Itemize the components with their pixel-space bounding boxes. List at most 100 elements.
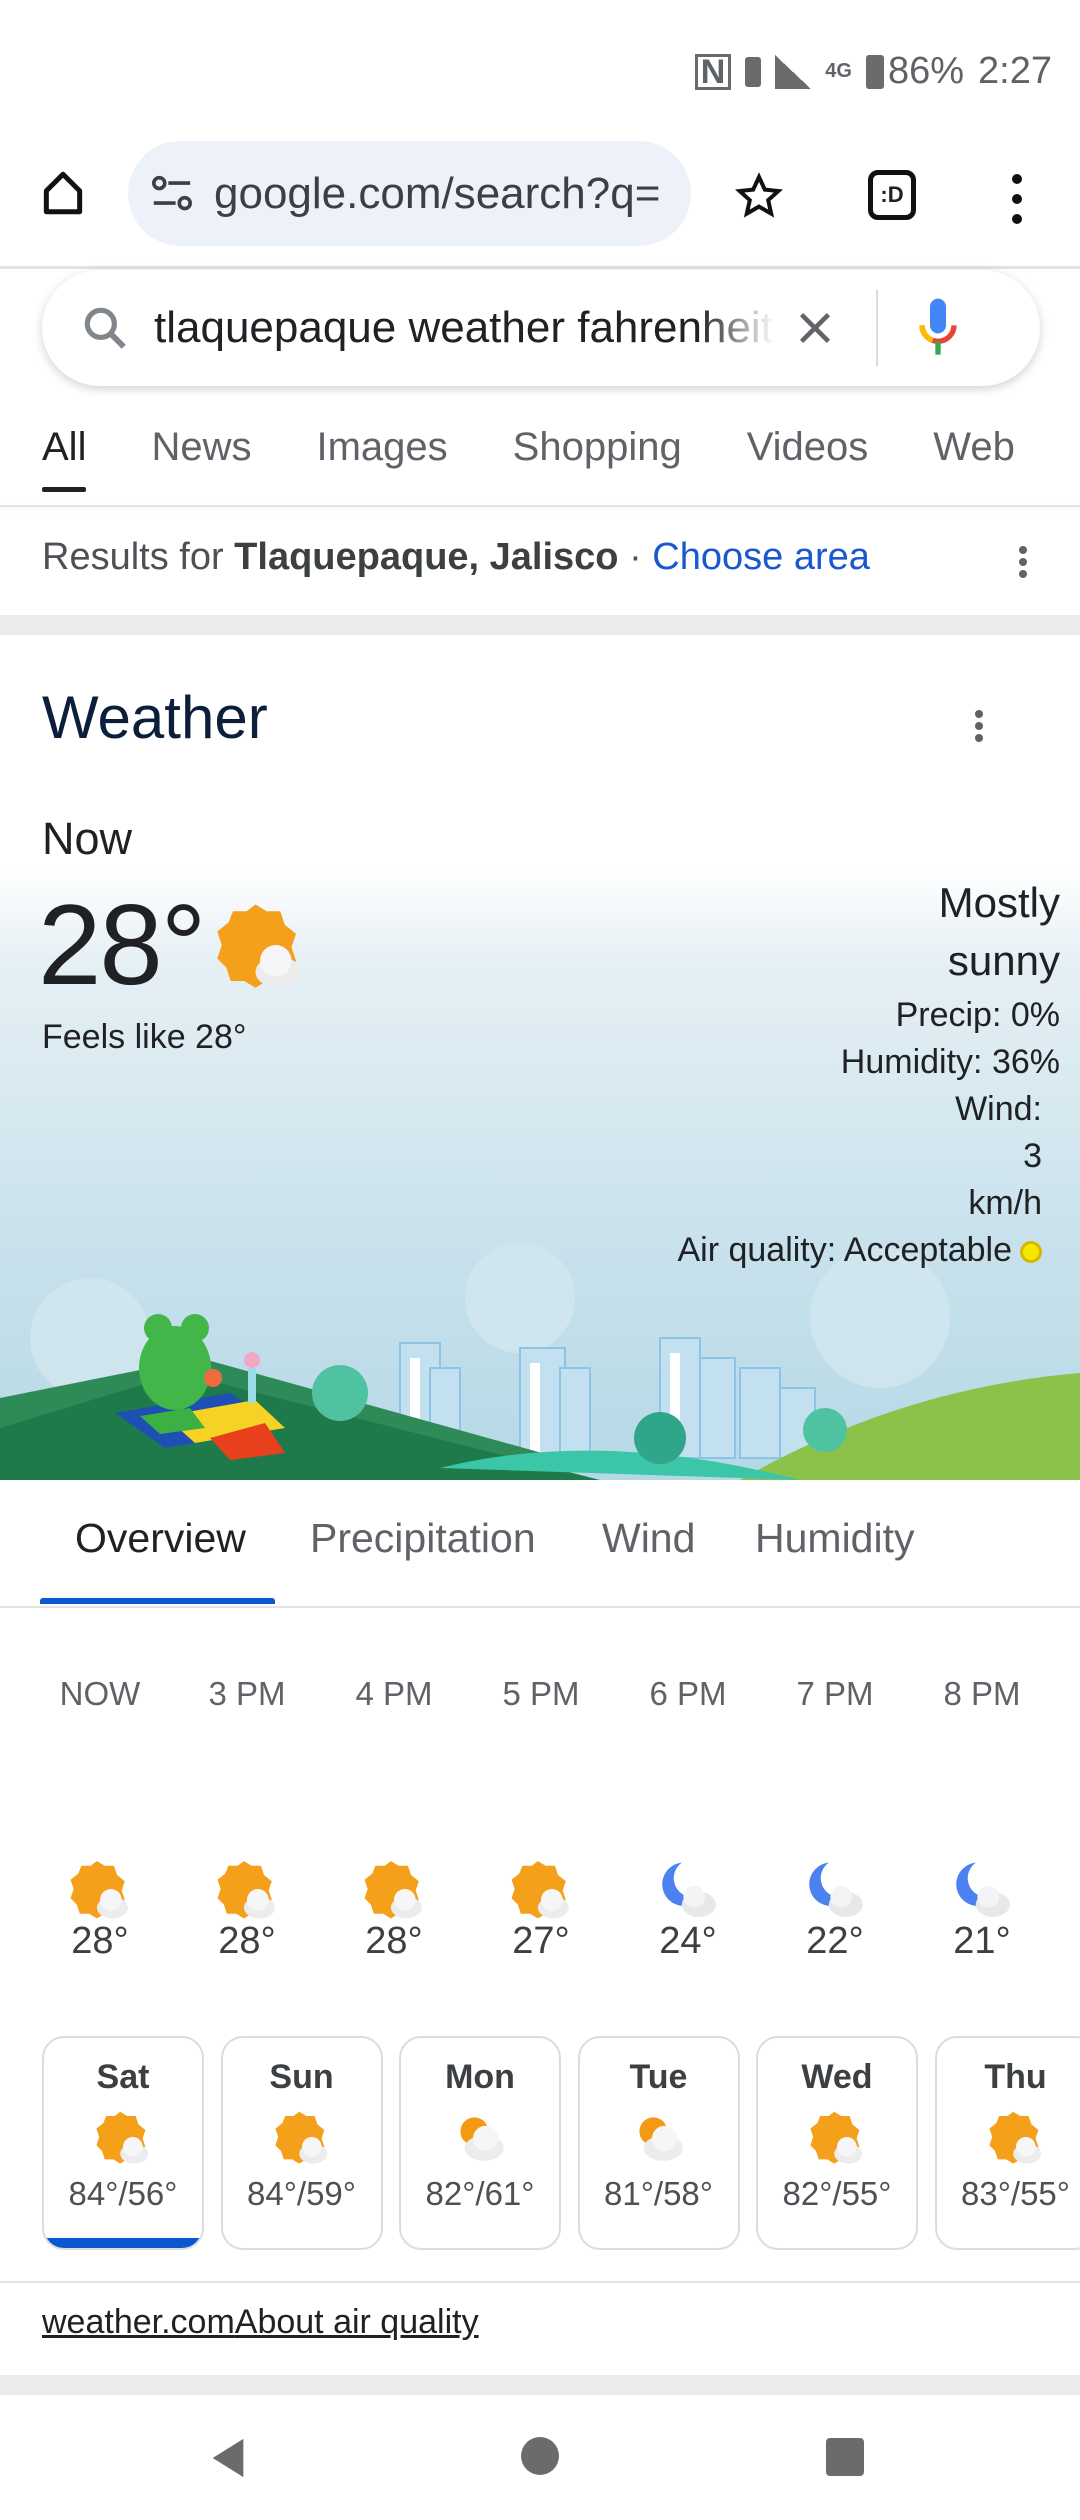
recents-icon[interactable] xyxy=(826,2438,864,2476)
battery-percent: 86% xyxy=(887,50,965,92)
wind-value: 3 xyxy=(1023,1137,1042,1175)
tab-switcher-icon[interactable]: :D xyxy=(868,170,916,220)
search-tabs: All News Images Shopping Videos Web xyxy=(42,425,1080,492)
day-card-sun[interactable]: Sun 84°/59° xyxy=(220,2036,383,2250)
current-temperature: 28° xyxy=(38,882,206,1009)
more-icon[interactable] xyxy=(1012,170,1022,228)
tab-videos[interactable]: Videos xyxy=(747,425,869,470)
air-quality[interactable]: Air quality: Acceptable xyxy=(677,1227,1042,1274)
battery-icon xyxy=(865,54,884,89)
tab-shopping[interactable]: Shopping xyxy=(513,425,682,470)
hour-temp: 24° xyxy=(659,1920,717,1962)
vibrate-icon xyxy=(745,56,762,87)
navigation-bar xyxy=(0,2395,1080,2520)
clock: 2:27 xyxy=(978,50,1052,92)
signal-icon xyxy=(775,54,812,89)
divider xyxy=(0,1606,1080,1608)
sun-cloud-icon xyxy=(215,900,305,995)
hour-temp: 28° xyxy=(365,1920,423,1962)
air-quality-dot-icon xyxy=(1020,1241,1042,1264)
tab-news[interactable]: News xyxy=(151,425,251,470)
search-box[interactable]: tlaquepaque weather fahrenheit xyxy=(42,270,1040,386)
weather-com-link[interactable]: weather.com xyxy=(42,2303,235,2341)
day-card-mon[interactable]: Mon 82°/61° xyxy=(399,2036,561,2250)
day-label: Mon xyxy=(445,2058,515,2096)
results-for: Results for Tlaquepaque, Jalisco · Choos… xyxy=(42,536,870,579)
results-more-icon[interactable] xyxy=(1019,542,1027,582)
star-icon[interactable] xyxy=(735,172,783,220)
current-conditions: Mostly sunny Precip: 0% Humidity: 36% Wi… xyxy=(677,876,1060,1274)
site-settings-icon[interactable] xyxy=(150,174,194,214)
nfc-icon: N xyxy=(694,53,732,90)
divider xyxy=(0,266,1080,269)
sun-cloud-icon xyxy=(172,1858,322,1920)
hour-temp: 28° xyxy=(71,1920,129,1962)
day-label: Sun xyxy=(269,2058,334,2096)
tab-web[interactable]: Web xyxy=(933,425,1015,470)
now-label: Now xyxy=(42,813,133,864)
divider xyxy=(0,505,1080,507)
hour-label: 3 PM xyxy=(208,1675,286,1712)
about-air-quality-link[interactable]: About air quality xyxy=(235,2303,479,2341)
hour-column: 4 PM 28° xyxy=(319,1675,469,1963)
day-card-thu[interactable]: Thu 83°/55° xyxy=(934,2036,1080,2250)
back-icon[interactable] xyxy=(205,2435,251,2481)
day-label: Tue xyxy=(629,2058,688,2096)
url-bar[interactable]: google.com/search?q= xyxy=(128,141,691,246)
clear-icon[interactable] xyxy=(792,305,838,351)
hour-column: 8 PM 21° xyxy=(907,1675,1057,1963)
hour-temp: 28° xyxy=(218,1920,276,1962)
active-tab-indicator xyxy=(40,1598,275,1604)
view-tab-overview[interactable]: Overview xyxy=(75,1515,246,1562)
moon-cloud-icon xyxy=(613,1858,763,1920)
search-input[interactable]: tlaquepaque weather fahrenheit xyxy=(154,303,774,353)
day-temps: 84°/59° xyxy=(247,2175,356,2212)
sun-cloud-icon xyxy=(223,2109,381,2169)
day-card-sat[interactable]: Sat 84°/56° xyxy=(42,2036,204,2250)
footer-links: weather.comAbout air quality xyxy=(42,2303,479,2342)
tab-images[interactable]: Images xyxy=(316,425,447,470)
status-bar: N 4G 86% 2:27 xyxy=(694,50,1052,93)
choose-area-link[interactable]: Choose area xyxy=(652,536,870,578)
search-icon xyxy=(84,307,126,349)
feels-like: Feels like 28° xyxy=(42,1018,247,1056)
hour-temp: 22° xyxy=(806,1920,864,1962)
sun-cloud-icon xyxy=(44,2109,202,2169)
home-icon[interactable] xyxy=(38,168,88,218)
day-temps: 82°/61° xyxy=(425,2175,535,2212)
weather-more-icon[interactable] xyxy=(975,706,983,746)
sun-cloud-icon xyxy=(319,1858,469,1920)
day-card-wed[interactable]: Wed 82°/55° xyxy=(756,2036,918,2250)
day-temps: 83°/55° xyxy=(961,2175,1070,2212)
mic-icon[interactable] xyxy=(916,296,960,360)
hour-label: NOW xyxy=(59,1675,141,1712)
hour-label: 6 PM xyxy=(649,1675,727,1712)
section-separator xyxy=(0,615,1080,635)
day-card-tue[interactable]: Tue 81°/58° xyxy=(577,2036,740,2250)
moon-cloud-icon xyxy=(907,1858,1057,1920)
wind-unit: km/h xyxy=(968,1184,1042,1222)
day-temps: 84°/56° xyxy=(68,2175,178,2212)
day-label: Thu xyxy=(984,2058,1047,2096)
hour-temp: 21° xyxy=(953,1920,1011,1962)
divider xyxy=(876,290,878,366)
view-tab-humidity[interactable]: Humidity xyxy=(755,1515,914,1562)
moon-cloud-icon xyxy=(760,1858,910,1920)
condition-line1: Mostly xyxy=(938,879,1060,926)
air-quality-text: Air quality: Acceptable xyxy=(677,1231,1012,1269)
home-circle-icon[interactable] xyxy=(521,2437,559,2475)
view-tab-wind[interactable]: Wind xyxy=(602,1515,695,1562)
hour-column: 5 PM 27° xyxy=(466,1675,616,1963)
hour-label: 7 PM xyxy=(796,1675,874,1712)
cloud-sun-icon xyxy=(401,2109,559,2169)
tab-all[interactable]: All xyxy=(42,425,87,492)
hour-column: 7 PM 22° xyxy=(760,1675,910,1963)
results-prefix: Results for xyxy=(42,536,235,578)
sun-cloud-icon xyxy=(466,1858,616,1920)
network-type: 4G xyxy=(825,60,852,82)
sun-cloud-icon xyxy=(25,1858,175,1920)
section-separator xyxy=(0,2375,1080,2395)
results-place: Tlaquepaque, Jalisco xyxy=(234,536,619,578)
view-tab-precipitation[interactable]: Precipitation xyxy=(310,1515,536,1562)
sun-cloud-icon xyxy=(758,2109,916,2169)
